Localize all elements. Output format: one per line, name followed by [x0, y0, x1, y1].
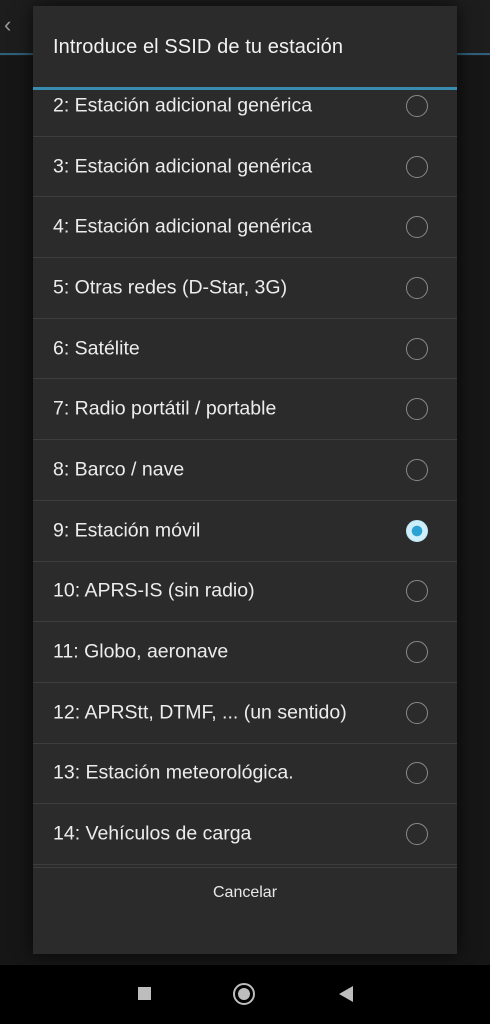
ssid-option-label: 9: Estación móvil: [53, 519, 201, 542]
radio-button-icon[interactable]: [406, 458, 428, 481]
radio-button-icon[interactable]: [406, 337, 428, 360]
radio-button-icon[interactable]: [406, 94, 428, 117]
system-navigation-bar: [0, 965, 490, 1024]
radio-button-icon[interactable]: [406, 519, 428, 542]
ssid-option-label: 7: Radio portátil / portable: [53, 397, 277, 420]
ssid-option-label: 10: APRS-IS (sin radio): [53, 579, 255, 602]
ssid-option-label: 2: Estación adicional genérica: [53, 94, 313, 117]
ssid-option-label: 5: Otras redes (D-Star, 3G): [53, 276, 288, 299]
footer-divider: [33, 867, 457, 868]
ssid-option-label: 11: Globo, aeronave: [53, 640, 229, 663]
radio-button-icon[interactable]: [406, 216, 428, 239]
home-icon[interactable]: [233, 983, 255, 1005]
ssid-option-label: 12: APRStt, DTMF, ... (un sentido): [53, 701, 347, 724]
radio-button-icon[interactable]: [406, 701, 428, 724]
radio-button-icon[interactable]: [406, 641, 428, 664]
dialog-title: Introduce el SSID de tu estación: [53, 36, 344, 58]
radio-button-icon[interactable]: [406, 276, 428, 299]
ssid-option[interactable]: 11: Globo, aeronave: [33, 622, 457, 683]
ssid-option[interactable]: 4: Estación adicional genérica: [33, 197, 457, 259]
ssid-option[interactable]: 8: Barco / nave: [33, 440, 457, 501]
radio-button-icon[interactable]: [406, 155, 428, 178]
cancel-button[interactable]: Cancelar: [33, 884, 457, 948]
radio-button-icon[interactable]: [406, 823, 428, 846]
background-back-icon: ‹: [4, 12, 12, 37]
radio-button-icon[interactable]: [406, 762, 428, 785]
ssid-option-label: 14: Vehículos de carga: [53, 822, 252, 845]
ssid-option[interactable]: 5: Otras redes (D-Star, 3G): [33, 258, 457, 319]
back-icon[interactable]: [339, 986, 353, 1002]
ssid-option-label: 4: Estación adicional genérica: [53, 215, 313, 238]
cancel-button-label: Cancelar: [212, 884, 278, 901]
ssid-option-label: 13: Estación meteorológica.: [53, 761, 294, 784]
ssid-option[interactable]: 12: APRStt, DTMF, ... (un sentido): [33, 683, 457, 744]
ssid-option[interactable]: 3: Estación adicional genérica: [33, 137, 457, 198]
ssid-option-label: 6: Satélite: [53, 337, 140, 360]
ssid-option[interactable]: 6: Satélite: [33, 319, 457, 380]
ssid-dialog: 2: Estación adicional genérica 3: Estaci…: [33, 6, 457, 954]
ssid-options-list: 2: Estación adicional genérica 3: Estaci…: [33, 76, 457, 865]
ssid-option[interactable]: 9: Estación móvil: [33, 501, 457, 562]
ssid-option-label: 3: Estación adicional genérica: [53, 155, 313, 178]
ssid-option-label: 8: Barco / nave: [53, 458, 185, 481]
radio-button-icon[interactable]: [406, 580, 428, 603]
ssid-option[interactable]: 14: Vehículos de carga: [33, 804, 457, 865]
radio-button-icon[interactable]: [406, 398, 428, 421]
ssid-option[interactable]: 7: Radio portátil / portable: [33, 379, 457, 441]
ssid-option[interactable]: 13: Estación meteorológica.: [33, 744, 457, 805]
recents-icon[interactable]: [138, 987, 151, 1000]
ssid-option[interactable]: 10: APRS-IS (sin radio): [33, 562, 457, 623]
title-divider: [33, 87, 457, 90]
